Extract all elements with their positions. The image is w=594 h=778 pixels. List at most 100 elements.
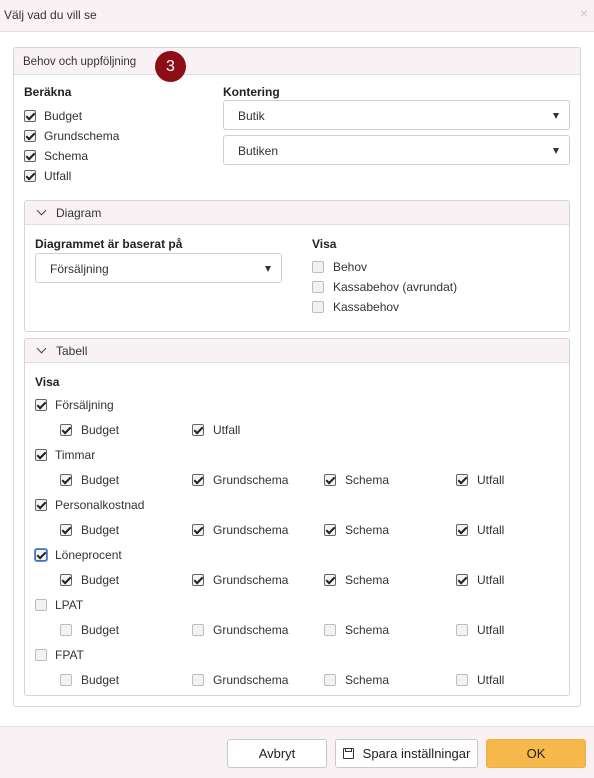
checkbox-label: Budget [81,573,120,587]
tabell-timmar-utfall[interactable]: Utfall [456,472,504,488]
checkbox-label: Grundschema [213,473,289,487]
diagram-visa-behov[interactable]: Behov [312,259,367,275]
tabell-group-forsaljning[interactable]: Försäljning [35,397,114,413]
checkbox-label: Budget [81,623,120,637]
tabell-fpat-budget[interactable]: Budget [60,672,119,688]
checkbox-label: Schema [345,623,390,637]
checkbox[interactable] [324,574,336,586]
save-settings-button[interactable]: Spara inställningar [335,739,478,768]
checkbox-label: Schema [44,149,89,163]
checkbox[interactable] [456,624,468,636]
checkbox[interactable] [324,674,336,686]
tabell-panel-header[interactable]: Tabell [25,339,569,363]
checkbox[interactable] [60,574,72,586]
cancel-button[interactable]: Avbryt [227,739,327,768]
tabell-loneprocent-utfall[interactable]: Utfall [456,572,504,588]
berakna-item-budget[interactable]: Budget [24,108,82,124]
tabell-timmar-schema[interactable]: Schema [324,472,389,488]
checkbox-label: Schema [345,473,390,487]
tabell-panel: Tabell Visa Försäljning Budget Utfall Ti… [24,338,570,696]
tabell-group-fpat[interactable]: FPAT [35,647,84,663]
checkbox[interactable] [60,674,72,686]
checkbox[interactable] [24,170,36,182]
tabell-fpat-grundschema[interactable]: Grundschema [192,672,288,688]
checkbox[interactable] [60,474,72,486]
tabell-fpat-utfall[interactable]: Utfall [456,672,504,688]
checkbox[interactable] [60,424,72,436]
chevron-down-icon [36,205,47,216]
tabell-visa-heading: Visa [35,375,60,389]
tabell-personalkostnad-grundschema[interactable]: Grundschema [192,522,288,538]
tabell-loneprocent-budget[interactable]: Budget [60,572,119,588]
checkbox[interactable] [60,624,72,636]
checkbox[interactable] [456,524,468,536]
tabell-fpat-schema[interactable]: Schema [324,672,389,688]
checkbox[interactable] [60,524,72,536]
diagram-visa-kassabehov-avrundat[interactable]: Kassabehov (avrundat) [312,279,457,295]
checkbox[interactable] [35,599,47,611]
checkbox[interactable] [312,261,324,273]
tabell-group-personalkostnad[interactable]: Personalkostnad [35,497,144,513]
tabell-personalkostnad-utfall[interactable]: Utfall [456,522,504,538]
tabell-lpat-grundschema[interactable]: Grundschema [192,622,288,638]
checkbox[interactable] [192,674,204,686]
berakna-item-grundschema[interactable]: Grundschema [24,128,119,144]
diagram-based-on-select[interactable]: Försäljning [35,253,282,283]
checkbox[interactable] [35,549,47,561]
dropdown-arrow-icon [553,148,559,154]
kontering-select-2[interactable]: Butiken [223,135,570,165]
checkbox[interactable] [192,424,204,436]
kontering-select-1[interactable]: Butik [223,100,570,130]
checkbox[interactable] [324,524,336,536]
checkbox-label: LPAT [55,598,84,612]
tabell-group-timmar[interactable]: Timmar [35,447,95,463]
berakna-item-utfall[interactable]: Utfall [24,168,71,184]
tabell-lpat-schema[interactable]: Schema [324,622,389,638]
checkbox[interactable] [324,624,336,636]
tabell-timmar-budget[interactable]: Budget [60,472,119,488]
checkbox[interactable] [192,624,204,636]
tabell-forsaljning-budget[interactable]: Budget [60,422,119,438]
checkbox[interactable] [192,574,204,586]
checkbox[interactable] [24,150,36,162]
checkbox[interactable] [24,110,36,122]
tabell-panel-title: Tabell [56,344,88,358]
checkbox-label: Budget [81,423,120,437]
checkbox-label: Timmar [55,448,96,462]
checkbox-label: Löneprocent [55,548,122,562]
checkbox[interactable] [456,574,468,586]
checkbox[interactable] [35,449,47,461]
checkbox[interactable] [24,130,36,142]
tabell-personalkostnad-budget[interactable]: Budget [60,522,119,538]
diagram-panel-header[interactable]: Diagram [25,201,569,225]
checkbox[interactable] [192,524,204,536]
checkbox[interactable] [35,399,47,411]
checkbox[interactable] [192,474,204,486]
checkbox[interactable] [35,499,47,511]
checkbox[interactable] [456,674,468,686]
cancel-button-label: Avbryt [258,746,296,761]
checkbox-label: Utfall [477,573,505,587]
tabell-group-lpat[interactable]: LPAT [35,597,83,613]
tabell-personalkostnad-schema[interactable]: Schema [324,522,389,538]
checkbox[interactable] [324,474,336,486]
checkbox-label: Grundschema [213,573,289,587]
diagram-visa-kassabehov[interactable]: Kassabehov [312,299,399,315]
ok-button[interactable]: OK [486,739,586,768]
checkbox[interactable] [35,649,47,661]
checkbox[interactable] [312,301,324,313]
tabell-forsaljning-utfall[interactable]: Utfall [192,422,240,438]
berakna-item-schema[interactable]: Schema [24,148,88,164]
tabell-timmar-grundschema[interactable]: Grundschema [192,472,288,488]
tabell-loneprocent-schema[interactable]: Schema [324,572,389,588]
tabell-lpat-utfall[interactable]: Utfall [456,622,504,638]
tabell-group-loneprocent[interactable]: Löneprocent [35,547,122,563]
checkbox[interactable] [456,474,468,486]
step-badge: 3 [155,51,186,82]
checkbox-label: Utfall [477,673,505,687]
tabell-lpat-budget[interactable]: Budget [60,622,119,638]
tabell-loneprocent-grundschema[interactable]: Grundschema [192,572,288,588]
checkbox[interactable] [312,281,324,293]
diagram-panel: Diagram Diagrammet är baserat på Försälj… [24,200,570,332]
close-icon[interactable]: × [580,5,588,21]
